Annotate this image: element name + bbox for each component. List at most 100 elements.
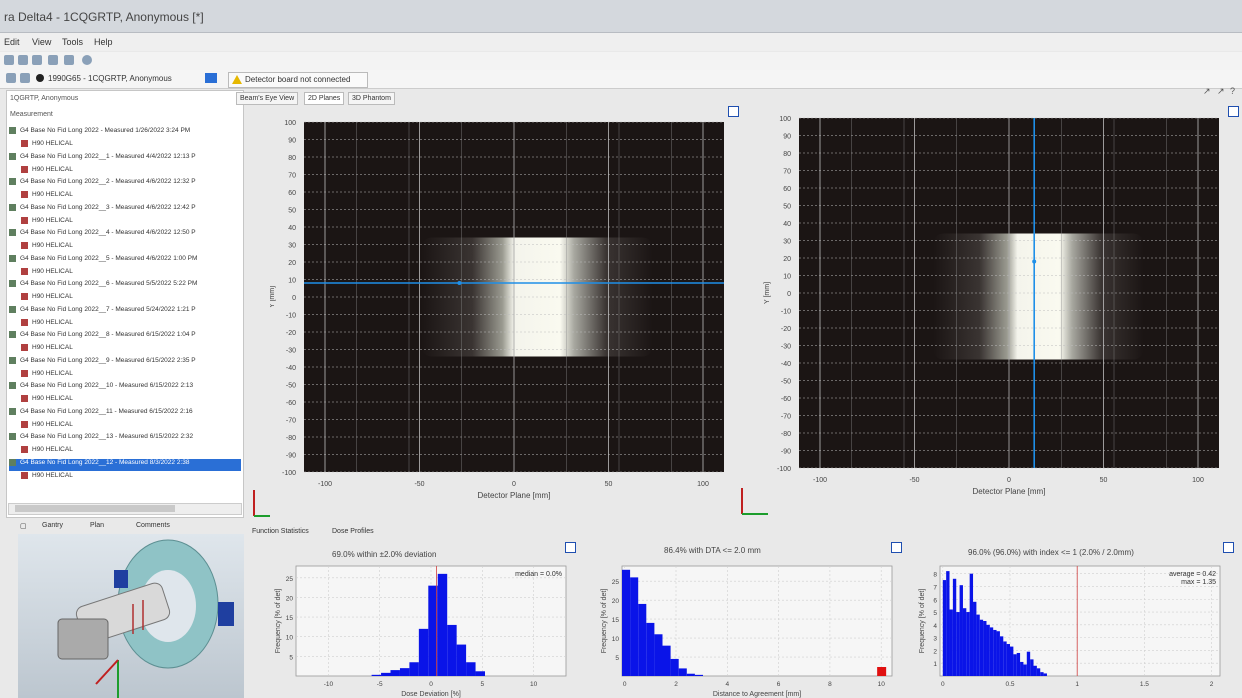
y-tick-label: 15 xyxy=(612,617,620,624)
y-tick-label: 15 xyxy=(286,615,294,622)
tree-row-beam[interactable]: H90 HELICAL xyxy=(21,140,253,152)
menu-help[interactable]: Help xyxy=(94,37,113,47)
tree-row-measurement[interactable]: G4 Base No Fid Long 2022__1 - Measured 4… xyxy=(9,152,241,165)
tab-gantry[interactable]: ▢ xyxy=(20,522,27,530)
x-tick-label: 0 xyxy=(512,481,516,488)
tree-row-beam[interactable]: H90 HELICAL xyxy=(21,216,253,229)
x-tick-label: 0 xyxy=(1007,477,1011,484)
beam-icon xyxy=(21,446,28,453)
plane-right-chart[interactable]: 1009080706050403020100-10-20-30-40-50-60… xyxy=(755,108,1231,516)
measurement-icon xyxy=(9,305,16,313)
beam-icon xyxy=(21,344,28,351)
tree-row-beam[interactable]: H90 HELICAL xyxy=(21,369,253,382)
y-tick-label: -10 xyxy=(286,313,296,320)
save-icon[interactable] xyxy=(18,55,28,65)
tree-row-measurement[interactable]: G4 Base No Fid Long 2022__10 - Measured … xyxy=(9,382,241,394)
tree-row-measurement[interactable]: G4 Base No Fid Long 2022__7 - Measured 5… xyxy=(9,305,241,318)
tree-row-measurement[interactable]: G4 Base No Fid Long 2022__8 - Measured 6… xyxy=(9,331,241,343)
tab-2d-planes[interactable]: 2D Planes xyxy=(304,92,345,105)
tree-row-beam[interactable]: H90 HELICAL xyxy=(21,293,253,305)
tree-row-measurement[interactable]: G4 Base No Fid Long 2022__2 - Measured 4… xyxy=(9,178,241,190)
y-tick-label: 0 xyxy=(787,291,791,298)
tree-row-measurement[interactable]: G4 Base No Fid Long 2022__3 - Measured 4… xyxy=(9,203,241,216)
maximize-icon[interactable] xyxy=(565,542,576,553)
maximize-icon[interactable] xyxy=(1223,542,1234,553)
menu-tools[interactable]: Tools xyxy=(62,37,83,47)
help-icon[interactable]: ? xyxy=(1230,86,1235,96)
detector-icon[interactable] xyxy=(205,73,217,83)
menu-edit[interactable]: Edit xyxy=(4,37,20,47)
x-tick-label: 5 xyxy=(480,681,484,688)
tab-3d-phantom[interactable]: 3D Phantom xyxy=(348,92,395,105)
histo2-chart[interactable]: 25 20 15 10 5 0 2 4 6 8 10 Frequency [% of det] Dist… xyxy=(586,560,898,698)
tree-row-beam[interactable]: H90 HELICAL xyxy=(21,318,253,331)
y-tick-label: 3 xyxy=(933,636,937,643)
histogram-bar xyxy=(959,585,963,676)
axis-orientation-icon xyxy=(253,490,270,517)
tab-dose-profiles[interactable]: Dose Profiles xyxy=(332,528,374,535)
measurement-icon xyxy=(9,280,16,287)
histogram-bar xyxy=(993,629,997,676)
histogram-bar xyxy=(646,622,655,676)
tab-comments[interactable]: Comments xyxy=(136,522,170,529)
histogram-bar xyxy=(686,673,695,676)
tree-row-measurement[interactable]: G4 Base No Fid Long 2022__4 - Measured 4… xyxy=(9,229,241,241)
y-tick-label: -100 xyxy=(777,466,791,473)
tree-row-label: G4 Base No Fid Long 2022__8 - Measured 6… xyxy=(20,331,196,339)
gantry-3d-view[interactable] xyxy=(18,534,244,698)
open-icon[interactable] xyxy=(4,55,14,65)
scroll-thumb[interactable] xyxy=(15,505,175,512)
title-bar: ra Delta4 - 1CQGRTP, Anonymous [*] xyxy=(0,0,1242,33)
tree-row-beam[interactable]: H90 HELICAL xyxy=(21,446,253,458)
measurement-tree: 1QGRTP, Anonymous Measurement G4 Base No… xyxy=(6,90,244,518)
measurement-icon xyxy=(9,229,16,236)
x-tick-label: 100 xyxy=(697,481,709,488)
help-icon[interactable] xyxy=(82,55,92,65)
pin-icon[interactable]: ↗ xyxy=(1217,86,1225,97)
histo1-chart[interactable]: 25 20 15 10 5 -10 -5 0 5 10 Frequency [% of det] Do… xyxy=(270,560,570,698)
beam-dose-region xyxy=(933,233,1144,360)
tree-row-measurement[interactable]: G4 Base No Fid Long 2022__12 - Measured … xyxy=(9,458,241,471)
tree-row-beam[interactable]: H90 HELICAL xyxy=(21,165,253,178)
y-tick-label: 10 xyxy=(288,278,296,285)
histogram-bar xyxy=(973,601,977,676)
y-tick-label: -40 xyxy=(286,365,296,372)
tree-row-beam[interactable]: H90 HELICAL xyxy=(21,395,253,407)
maximize-icon[interactable] xyxy=(891,542,902,553)
histogram-bar xyxy=(983,621,987,676)
print-icon[interactable] xyxy=(32,55,42,65)
edit-icon[interactable] xyxy=(64,55,74,65)
tree-row-beam[interactable]: H90 HELICAL xyxy=(21,242,253,254)
tree-row-measurement[interactable]: G4 Base No Fid Long 2022__13 - Measured … xyxy=(9,433,241,445)
tree-scrollbar[interactable] xyxy=(8,503,242,515)
tree-row-measurement[interactable]: G4 Base No Fid Long 2022 - Measured 1/26… xyxy=(9,127,241,139)
tree-row-beam[interactable]: H90 HELICAL xyxy=(21,191,253,203)
tab-gantry-label[interactable]: Gantry xyxy=(42,522,63,529)
menu-view[interactable]: View xyxy=(32,37,51,47)
tab-function-statistics[interactable]: Function Statistics xyxy=(252,528,309,535)
tree-row-beam[interactable]: H90 HELICAL xyxy=(21,471,253,484)
tree-row-beam[interactable]: H90 HELICAL xyxy=(21,267,253,280)
tree-row-measurement[interactable]: G4 Base No Fid Long 2022__5 - Measured 4… xyxy=(9,254,241,267)
tab-beams-eye-view[interactable]: Beam's Eye View xyxy=(236,92,299,105)
tree-row-measurement[interactable]: G4 Base No Fid Long 2022__6 - Measured 5… xyxy=(9,280,241,292)
tree-row-label: G4 Base No Fid Long 2022__7 - Measured 5… xyxy=(20,305,196,313)
tree-row-beam[interactable]: H90 HELICAL xyxy=(21,344,253,356)
tab-plan[interactable]: Plan xyxy=(90,522,104,529)
pin-icon[interactable]: ↗ xyxy=(1203,86,1211,97)
tree-row-measurement[interactable]: G4 Base No Fid Long 2022__11 - Measured … xyxy=(9,407,241,420)
y-tick-label: -20 xyxy=(286,330,296,337)
histogram-bar xyxy=(1013,654,1017,676)
pen-icon[interactable] xyxy=(48,55,58,65)
tree-row-measurement[interactable]: G4 Base No Fid Long 2022__9 - Measured 6… xyxy=(9,356,241,369)
y-tick-label: -100 xyxy=(282,470,296,477)
histo1-title: 69.0% within ±2.0% deviation xyxy=(332,550,437,559)
plane-left-chart[interactable]: 1009080706050403020100-10-20-30-40-50-60… xyxy=(270,112,740,520)
y-tick-label: 90 xyxy=(783,134,791,141)
tree-row-beam[interactable]: H90 HELICAL xyxy=(21,420,253,433)
tree-row-label: H90 HELICAL xyxy=(32,369,73,377)
histogram-bar xyxy=(1026,651,1031,676)
view3d-tabs: ▢ Gantry Plan Comments xyxy=(20,520,242,534)
beam-icon xyxy=(21,242,28,249)
histo3-chart[interactable]: 8 7 6 5 4 3 2 1 0 0.5 1 1.5 2 Frequency [% of det] ave… xyxy=(906,560,1228,698)
